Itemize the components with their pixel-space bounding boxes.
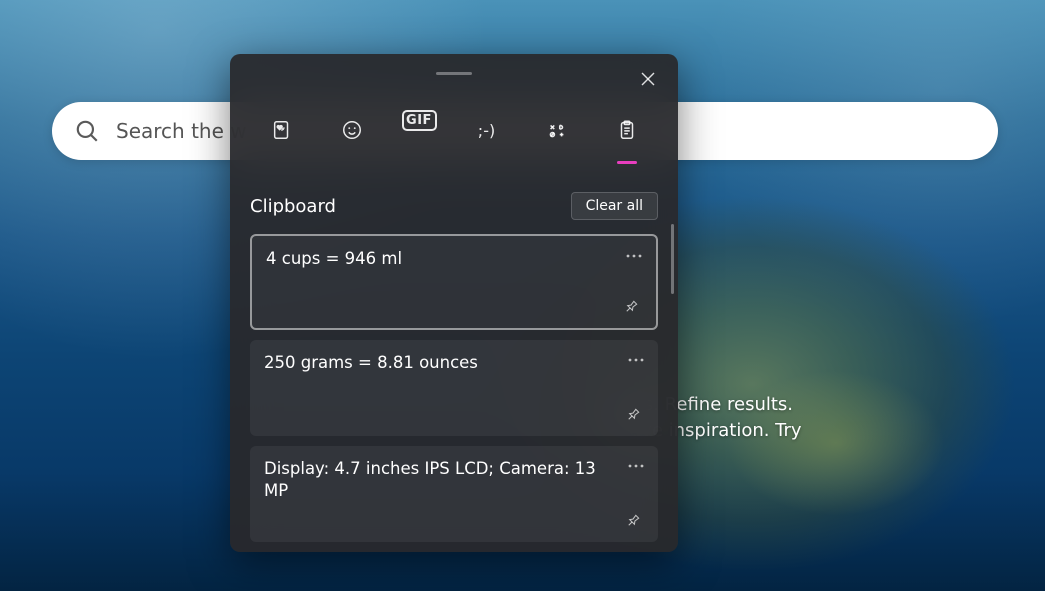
pin-icon [622, 510, 645, 533]
search-placeholder: Search the w [116, 119, 247, 143]
close-button[interactable] [633, 64, 663, 94]
clipboard-item[interactable]: Display: 4.7 inches IPS LCD; Camera: 13 … [250, 446, 658, 542]
tab-gif[interactable]: GIF [402, 110, 437, 131]
item-more-button[interactable] [626, 350, 646, 370]
item-more-button[interactable] [626, 456, 646, 476]
pin-icon [620, 296, 643, 319]
clipboard-item[interactable]: 4 cups = 946 ml [250, 234, 658, 330]
item-pin-button[interactable] [622, 404, 644, 426]
scrollbar-thumb[interactable] [671, 224, 674, 294]
panel-category-tabs: GIF ;-) [230, 102, 678, 164]
clipboard-item-text: Display: 4.7 inches IPS LCD; Camera: 13 … [264, 458, 644, 503]
clipboard-item[interactable]: 250 grams = 8.81 ounces [250, 340, 658, 436]
clipboard-icon [616, 119, 638, 141]
item-pin-button[interactable] [620, 296, 642, 318]
item-more-button[interactable] [624, 246, 644, 266]
close-icon [641, 72, 655, 86]
tab-kaomoji[interactable]: ;-) [467, 110, 507, 150]
clear-all-button[interactable]: Clear all [571, 192, 658, 220]
panel-drag-handle[interactable] [436, 72, 472, 75]
panel-body: Clipboard Clear all 4 cups = 946 ml [230, 174, 678, 552]
tab-emoji[interactable] [332, 110, 372, 150]
clipboard-item-text: 250 grams = 8.81 ounces [264, 352, 644, 374]
more-icon [628, 358, 644, 362]
item-pin-button[interactable] [622, 510, 644, 532]
clipboard-item-text: 4 cups = 946 ml [266, 248, 642, 270]
search-icon [74, 118, 100, 144]
clipboard-item-list: 4 cups = 946 ml 250 gr [250, 234, 658, 542]
section-title: Clipboard [250, 196, 336, 217]
more-icon [626, 254, 642, 258]
more-icon [628, 464, 644, 468]
tab-symbols[interactable] [537, 110, 577, 150]
section-header: Clipboard Clear all [250, 192, 658, 220]
tab-clipboard[interactable] [607, 110, 647, 150]
tab-recent[interactable] [262, 110, 302, 150]
symbols-icon [546, 119, 568, 141]
emoji-icon [341, 119, 363, 141]
emoji-clipboard-panel: GIF ;-) Clipboard Clear all [230, 54, 678, 552]
pin-icon [622, 404, 645, 427]
recent-icon [271, 119, 293, 141]
